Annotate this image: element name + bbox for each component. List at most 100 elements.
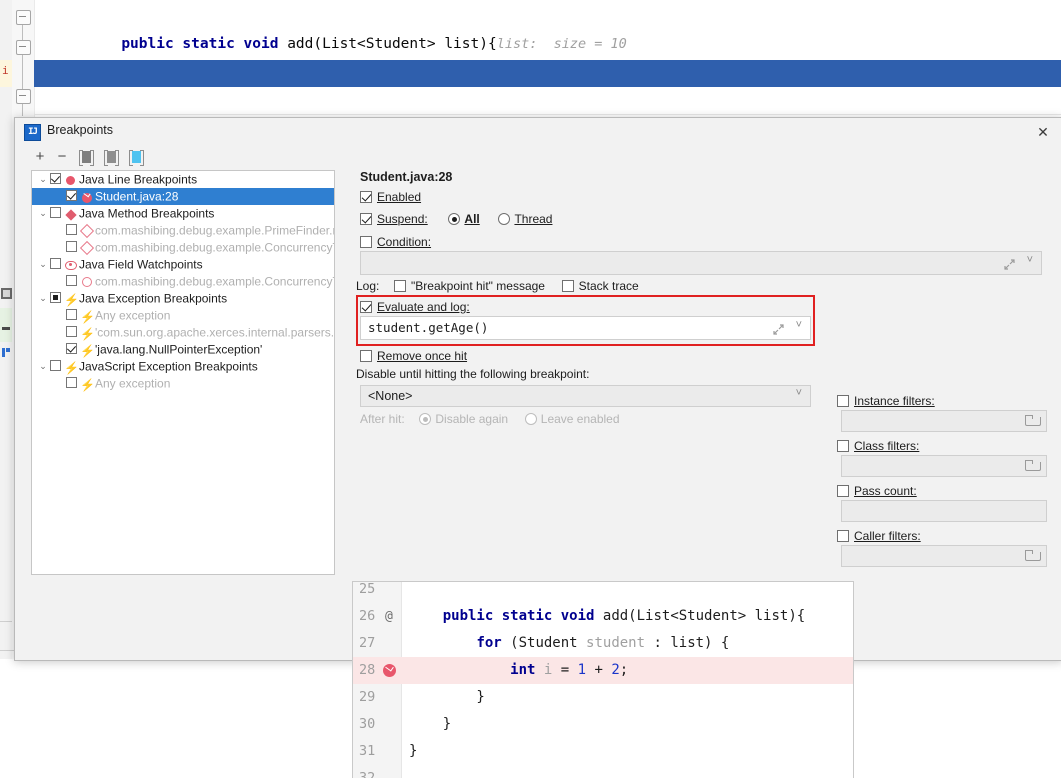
tree-item-checkbox[interactable] <box>50 360 61 371</box>
expand-icon[interactable] <box>773 324 784 335</box>
filter-label: Caller filters: <box>854 529 921 543</box>
tree-item-label: Java Method Breakpoints <box>79 206 215 221</box>
folder-icon[interactable] <box>1025 460 1041 471</box>
filter-input-3[interactable] <box>841 545 1047 567</box>
log-message-checkbox[interactable] <box>394 280 407 292</box>
condition-checkbox-box[interactable] <box>360 236 372 248</box>
preview-line: 25 <box>353 582 853 603</box>
remove-once-hit-checkbox[interactable]: Remove once hit <box>360 349 467 363</box>
tree-item-checkbox[interactable] <box>50 207 61 218</box>
filter-input-1[interactable] <box>841 455 1047 477</box>
tree-expand-arrow[interactable]: ⌄ <box>36 205 50 222</box>
enabled-checkbox-box[interactable] <box>360 191 372 203</box>
remove-once-hit-checkbox-box[interactable] <box>360 350 372 362</box>
suspend-all-radio[interactable] <box>448 213 461 225</box>
condition-checkbox[interactable]: Condition: <box>360 235 431 249</box>
filter-checkbox-box[interactable] <box>837 530 849 542</box>
preview-line: 32 <box>353 765 853 778</box>
add-breakpoint-button[interactable]: + <box>31 148 49 166</box>
tree-item[interactable]: com.mashibing.debug.example.ConcurrencyT… <box>32 239 334 256</box>
tree-item[interactable]: com.mashibing.debug.example.PrimeFinder.… <box>32 222 334 239</box>
filter-checkbox-1[interactable]: Class filters: <box>837 439 919 453</box>
after-hit-disable-again-radio[interactable] <box>419 413 432 425</box>
tree-item[interactable]: ⚡'java.lang.NullPointerException' <box>32 341 334 358</box>
tree-expand-arrow[interactable]: ⌄ <box>36 171 50 188</box>
filter-checkbox-box[interactable] <box>837 485 849 497</box>
tree-item-checkbox[interactable] <box>66 326 77 337</box>
group-breakpoints-icon[interactable] <box>79 150 94 166</box>
breakpoints-tree[interactable]: ⌄ Java Line Breakpoints Student.java:28 ⌄ Ja… <box>31 170 335 575</box>
tree-item[interactable]: ⌄ Java Field Watchpoints <box>32 256 334 273</box>
after-hit-leave-enabled-radio[interactable] <box>524 413 537 425</box>
tree-item-checkbox[interactable] <box>50 173 61 184</box>
chevron-down-icon[interactable]: ˅ <box>796 387 802 399</box>
tree-item[interactable]: ⚡Any exception <box>32 375 334 392</box>
tree-item[interactable]: ⌄ Java Method Breakpoints <box>32 205 334 222</box>
fold-toggle-icon[interactable] <box>16 10 31 25</box>
gutter-divider <box>0 621 12 622</box>
suspend-thread-radio[interactable] <box>498 213 511 225</box>
tree-item[interactable]: ⚡Any exception <box>32 307 334 324</box>
tree-expand-arrow[interactable]: ⌄ <box>36 358 50 375</box>
condition-input[interactable]: ˅ <box>360 251 1042 275</box>
editor-code-line: } <box>34 88 1061 136</box>
tree-item[interactable]: ⌄ Java Line Breakpoints <box>32 171 334 188</box>
close-icon[interactable]: ✕ <box>1032 122 1054 142</box>
evaluate-and-log-label: Evaluate and log: <box>377 300 470 314</box>
remove-breakpoint-button[interactable]: − <box>53 148 71 166</box>
filter-checkbox-3[interactable]: Caller filters: <box>837 529 921 543</box>
tree-item-checkbox[interactable] <box>66 343 77 354</box>
filter-input-2[interactable] <box>841 500 1047 522</box>
tool-window-icon[interactable] <box>1 288 12 299</box>
preview-line-number: 30 <box>359 716 376 732</box>
filter-checkbox-0[interactable]: Instance filters: <box>837 394 935 408</box>
tree-item[interactable]: ⌄ ⚡Java Exception Breakpoints <box>32 290 334 307</box>
remove-once-hit-label: Remove once hit <box>377 349 468 363</box>
tree-item-label: Java Field Watchpoints <box>79 257 203 272</box>
fold-toggle-icon[interactable] <box>16 40 31 55</box>
tree-item-checkbox[interactable] <box>66 309 77 320</box>
tree-expand-arrow[interactable]: ⌄ <box>36 290 50 307</box>
evaluate-and-log-checkbox-box[interactable] <box>360 301 372 313</box>
tree-item-checkbox[interactable] <box>50 258 61 269</box>
tree-item-label: 'com.sun.org.apache.xerces.internal.pars… <box>95 325 335 340</box>
after-hit-disable-again-label: Disable again <box>435 412 509 426</box>
filter-checkbox-2[interactable]: Pass count: <box>837 484 917 498</box>
breakpoint-icon[interactable] <box>383 664 396 677</box>
tree-item-checkbox[interactable] <box>66 275 77 286</box>
gutter-bookmark-icon <box>2 348 10 357</box>
chevron-down-icon[interactable]: ˅ <box>1027 254 1033 266</box>
tree-item-checkbox[interactable] <box>50 292 61 303</box>
evaluate-and-log-checkbox[interactable]: Evaluate and log: <box>360 300 470 314</box>
tree-item-checkbox[interactable] <box>66 241 77 252</box>
expand-icon[interactable] <box>1004 259 1015 270</box>
tree-item[interactable]: ⌄ ⚡JavaScript Exception Breakpoints <box>32 358 334 375</box>
filter-checkbox-box[interactable] <box>837 395 849 407</box>
disable-until-dropdown[interactable]: <None> ˅ <box>360 385 811 407</box>
tree-item-checkbox[interactable] <box>66 224 77 235</box>
log-stack-checkbox[interactable] <box>561 280 574 292</box>
code-preview[interactable]: 25 26 @ public static void add(List<Studen… <box>352 581 854 778</box>
tree-item-checkbox[interactable] <box>66 190 77 201</box>
preview-line-number: 28 <box>359 662 376 678</box>
mute-breakpoints-icon[interactable] <box>129 150 144 166</box>
line-breakpoint-dot-icon <box>66 176 75 185</box>
tree-item[interactable]: ⚡'com.sun.org.apache.xerces.internal.par… <box>32 324 334 341</box>
after-hit-label: After hit: <box>360 412 405 426</box>
folder-icon[interactable] <box>1025 550 1041 561</box>
filter-checkbox-box[interactable] <box>837 440 849 452</box>
evaluate-and-log-input[interactable]: student.getAge() ˅ <box>360 316 811 340</box>
folder-icon[interactable] <box>1025 415 1041 426</box>
fold-toggle-icon[interactable] <box>16 89 31 104</box>
save-breakpoints-icon[interactable] <box>104 150 119 166</box>
chevron-down-icon[interactable]: ˅ <box>796 319 802 331</box>
enabled-checkbox[interactable]: Enabled <box>360 190 421 204</box>
preview-line-number: 29 <box>359 689 376 705</box>
tree-expand-arrow[interactable]: ⌄ <box>36 256 50 273</box>
suspend-checkbox-box[interactable] <box>360 213 372 225</box>
tree-item-checkbox[interactable] <box>66 377 77 388</box>
tree-item[interactable]: com.mashibing.debug.example.ConcurrencyT… <box>32 273 334 290</box>
suspend-row[interactable]: Suspend: All Thread <box>360 212 552 226</box>
filter-input-0[interactable] <box>841 410 1047 432</box>
tree-item[interactable]: Student.java:28 <box>32 188 334 205</box>
